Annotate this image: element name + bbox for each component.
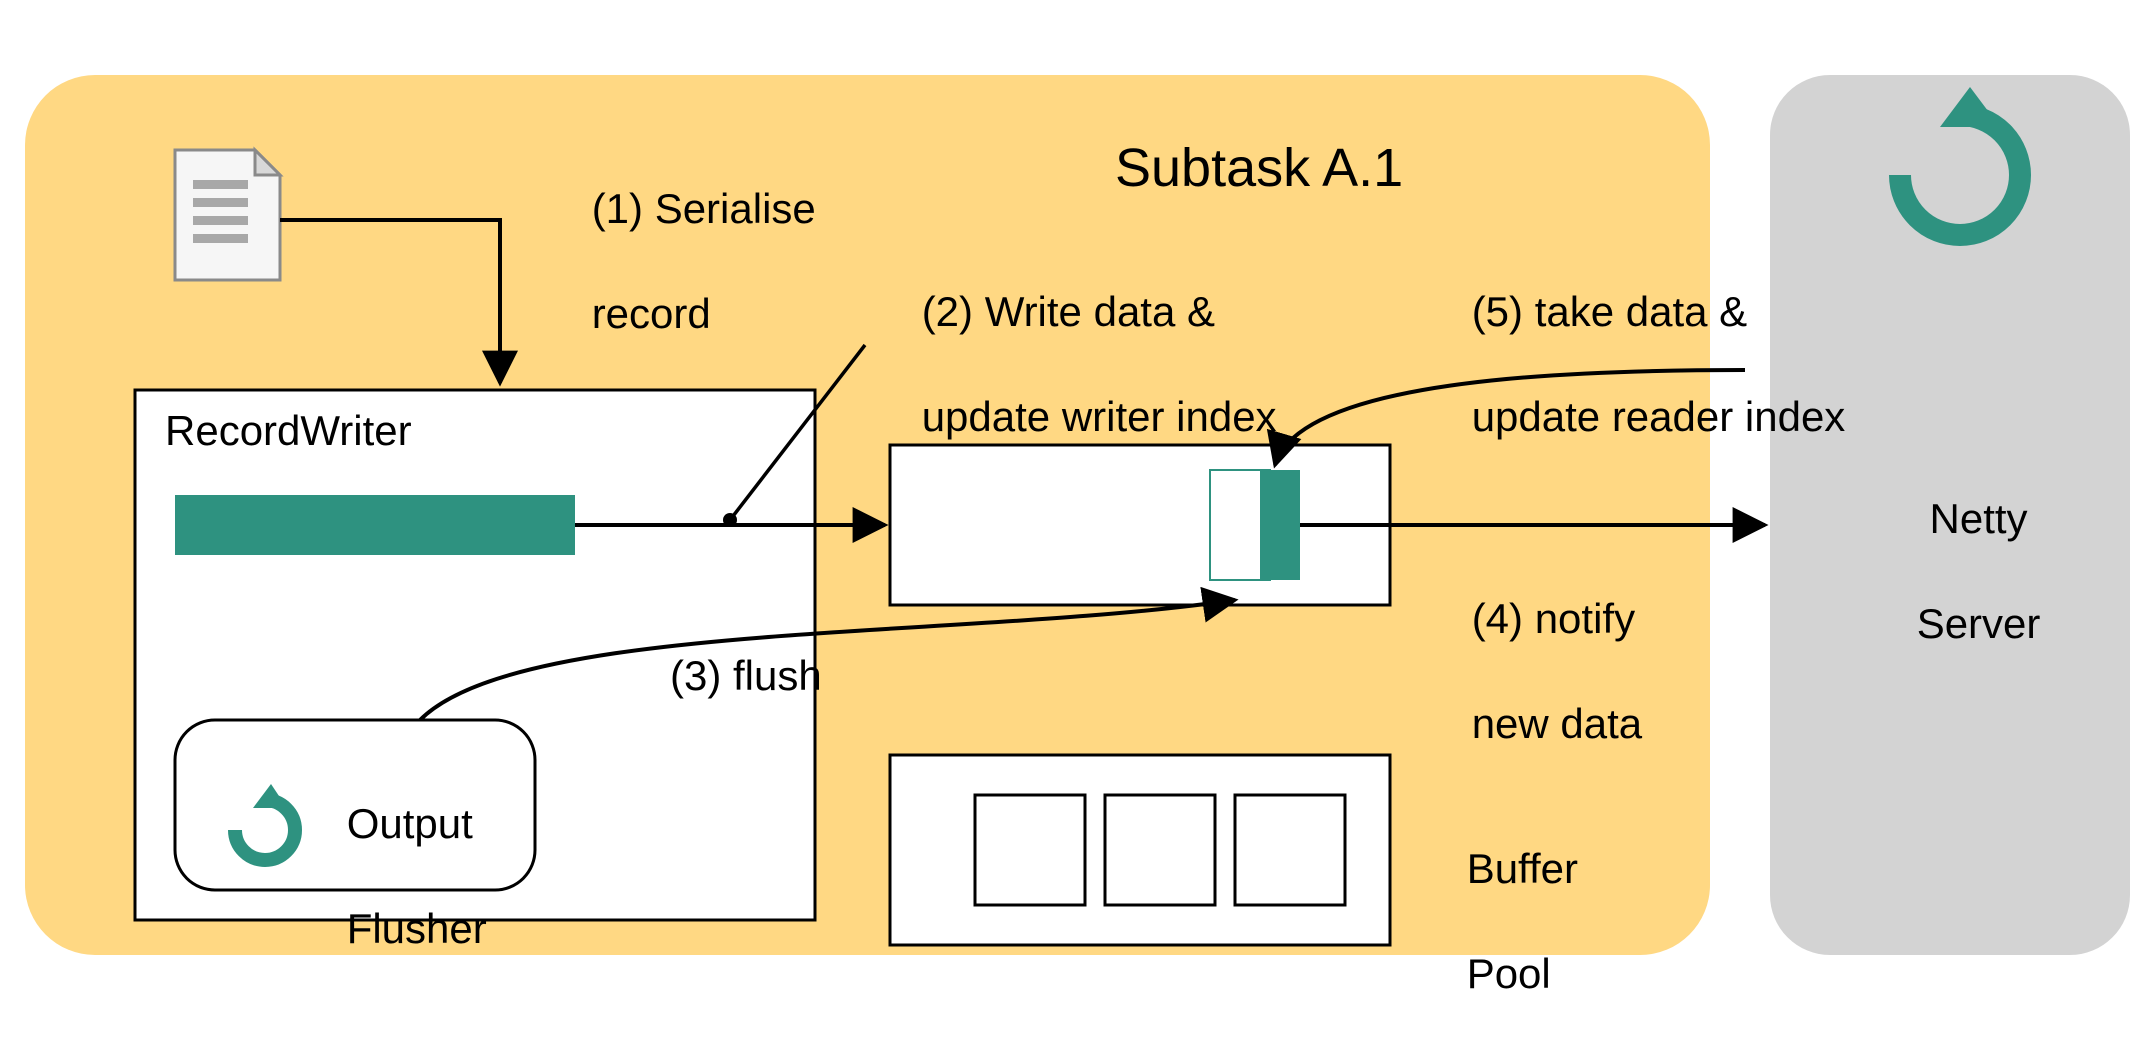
step-4-label: (4) notify new data (1425, 540, 1642, 803)
step-2-label: (2) Write data & update writer index (875, 233, 1277, 496)
diagram-root: Subtask A.1 (1) Serialise record (2) Wri… (0, 0, 2155, 1055)
pointer-dot (723, 513, 737, 527)
subtask-title: Subtask A.1 (1115, 135, 1403, 203)
record-writer-label: RecordWriter (165, 405, 412, 458)
serialised-bar (175, 495, 575, 555)
document-icon (175, 150, 280, 280)
step-1-label: (1) Serialise record (545, 130, 816, 393)
step-5-label: (5) take data & update reader index (1425, 233, 1845, 496)
netty-server-label: Netty Server (1870, 440, 2040, 703)
buffer-pool-label: Buffer Pool (1420, 790, 1578, 1053)
step-3-label: (3) flush (670, 650, 822, 703)
buffer-pool-slot (1105, 795, 1215, 905)
buffer-pool-slot (975, 795, 1085, 905)
output-flusher-label: Output Flusher (300, 745, 487, 1008)
buffer-pool-slot (1235, 795, 1345, 905)
